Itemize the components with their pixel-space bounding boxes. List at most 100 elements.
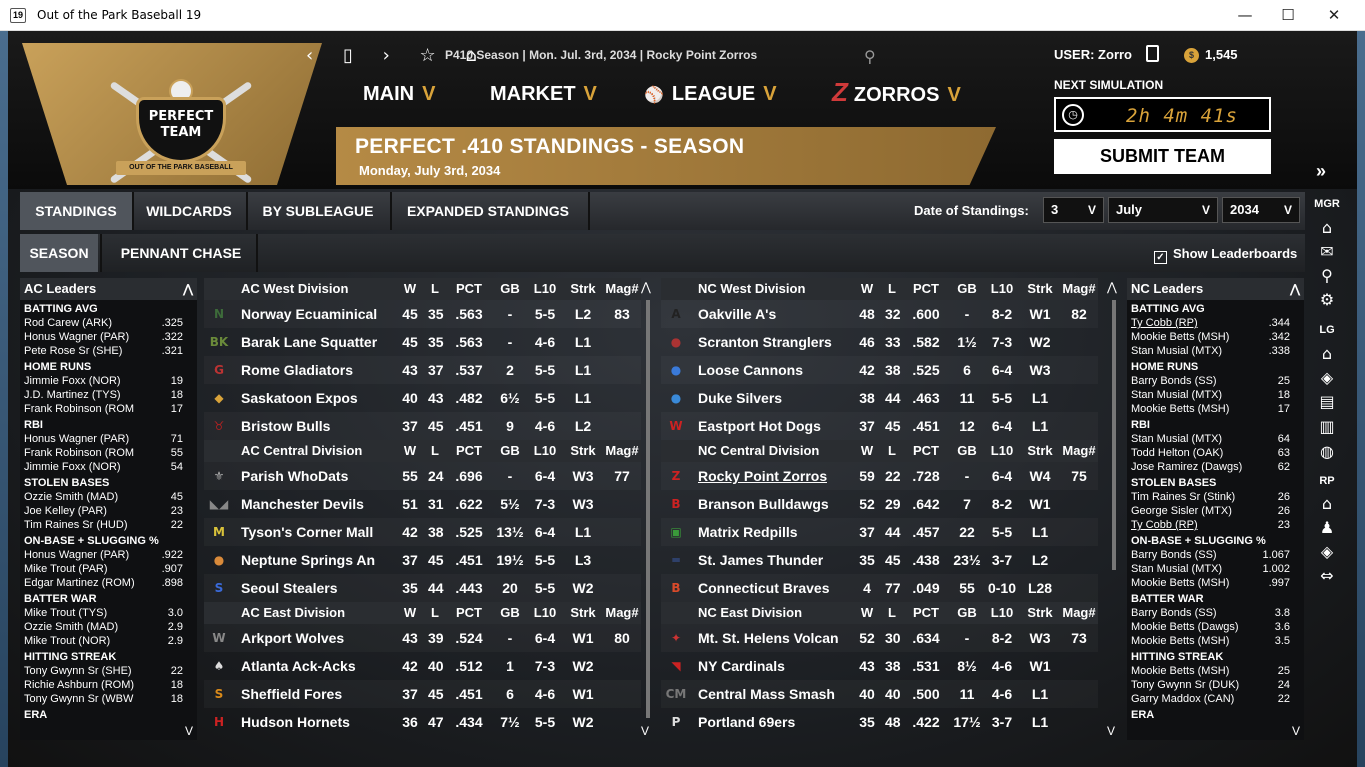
leader-row[interactable]: Tony Gwynn Sr (SHE) 22 — [20, 664, 197, 678]
home-icon[interactable]: ⌂ — [1308, 344, 1346, 363]
team-name[interactable]: Oakville A's — [698, 300, 776, 328]
team-name[interactable]: Neptune Springs An — [241, 546, 375, 574]
maximize-button[interactable]: ☐ — [1268, 4, 1308, 26]
team-row[interactable]: S Seoul Stealers 35 44 .443 20 5-5 W2 — [204, 574, 641, 602]
leader-row[interactable]: Mookie Betts (Dawgs) 3.6 — [1127, 620, 1304, 634]
player-name[interactable]: Ty Cobb (RP) — [1131, 317, 1198, 329]
player-name[interactable]: Barry Bonds (SS) — [1131, 607, 1217, 619]
player-name[interactable]: Stan Musial (MTX) — [1131, 563, 1222, 575]
leader-row[interactable]: Stan Musial (MTX) .338 — [1127, 344, 1304, 358]
column-header-pct[interactable]: PCT — [452, 278, 486, 300]
column-header-strk[interactable]: Strk — [1025, 602, 1055, 624]
year-select[interactable]: 2034 V — [1222, 197, 1300, 223]
leader-row[interactable]: Todd Helton (OAK) 63 — [1127, 446, 1304, 460]
player-name[interactable]: Frank Robinson (ROM — [24, 403, 134, 415]
leader-row[interactable]: Stan Musial (MTX) 64 — [1127, 432, 1304, 446]
player-name[interactable]: Stan Musial (MTX) — [1131, 389, 1222, 401]
team-row[interactable]: ◣◢ Manchester Devils 51 31 .622 5½ 7-3 W3 — [204, 490, 641, 518]
tab-season[interactable]: SEASON — [20, 234, 98, 272]
minimize-button[interactable]: — — [1225, 4, 1265, 26]
leader-row[interactable]: Ty Cobb (RP) .344 — [1127, 316, 1304, 330]
player-name[interactable]: Honus Wagner (PAR) — [24, 549, 129, 561]
player-name[interactable]: Stan Musial (MTX) — [1131, 345, 1222, 357]
column-header-strk[interactable]: Strk — [1025, 278, 1055, 300]
team-row[interactable]: B Branson Bulldawgs 52 29 .642 7 8-2 W1 — [661, 490, 1098, 518]
column-header-pct[interactable]: PCT — [452, 602, 486, 624]
submit-team-button[interactable]: SUBMIT TEAM — [1054, 139, 1271, 174]
menu-league[interactable]: ⚾ LEAGUE V — [644, 83, 777, 106]
column-header-w[interactable]: W — [402, 278, 418, 300]
team-name[interactable]: Branson Bulldawgs — [698, 490, 829, 518]
expand-icon[interactable]: » — [1316, 161, 1326, 182]
player-name[interactable]: Tim Raines Sr (Stink) — [1131, 491, 1235, 503]
player-name[interactable]: Tony Gwynn Sr (WBW — [24, 693, 133, 705]
trade-icon[interactable]: ⇔ — [1308, 566, 1346, 585]
player-name[interactable]: Joe Kelley (PAR) — [24, 505, 107, 517]
team-row[interactable]: ● Loose Cannons 42 38 .525 6 6-4 W3 — [661, 356, 1098, 384]
leader-row[interactable]: Pete Rose Sr (SHE) .321 — [20, 344, 197, 358]
player-name[interactable]: Edgar Martinez (ROM) — [24, 577, 135, 589]
player-name[interactable]: Mike Trout (TYS) — [24, 607, 107, 619]
team-row[interactable]: B Connecticut Braves 4 77 .049 55 0-10 L28 — [661, 574, 1098, 602]
team-row[interactable]: P Portland 69ers 35 48 .422 17½ 3-7 L1 — [661, 708, 1098, 736]
column-header-gb[interactable]: GB — [953, 278, 981, 300]
gear-icon[interactable]: ⚙ — [1308, 290, 1346, 309]
column-header-l[interactable]: L — [428, 602, 442, 624]
column-header-l10[interactable]: L10 — [985, 602, 1019, 624]
player-name[interactable]: Mookie Betts (MSH) — [1131, 635, 1229, 647]
tab-by-subleague[interactable]: BY SUBLEAGUE — [248, 192, 388, 230]
scroll-up-icon[interactable]: ⋀ — [641, 280, 651, 294]
team-name[interactable]: St. James Thunder — [698, 546, 823, 574]
player-name[interactable]: Frank Robinson (ROM — [24, 447, 134, 459]
tab-pennant-chase[interactable]: PENNANT CHASE — [108, 234, 254, 272]
team-name[interactable]: Scranton Stranglers — [698, 328, 832, 356]
column-header-l10[interactable]: L10 — [528, 440, 562, 462]
player-name[interactable]: Mookie Betts (MSH) — [1131, 577, 1229, 589]
leader-row[interactable]: Mookie Betts (MSH) 17 — [1127, 402, 1304, 416]
leader-row[interactable]: Mike Trout (TYS) 3.0 — [20, 606, 197, 620]
team-row[interactable]: CM Central Mass Smash 40 40 .500 11 4-6 L1 — [661, 680, 1098, 708]
player-name[interactable]: Barry Bonds (SS) — [1131, 375, 1217, 387]
team-name[interactable]: Atlanta Ack-Acks — [241, 652, 356, 680]
column-header-pct[interactable]: PCT — [909, 602, 943, 624]
team-row[interactable]: W Arkport Wolves 43 39 .524 - 6-4 W1 80 — [204, 624, 641, 652]
leader-row[interactable]: Tony Gwynn Sr (DUK) 24 — [1127, 678, 1304, 692]
player-name[interactable]: George Sisler (MTX) — [1131, 505, 1232, 517]
team-row[interactable]: ● Neptune Springs An 37 45 .451 19½ 5-5 L3 — [204, 546, 641, 574]
column-header-pct[interactable]: PCT — [909, 440, 943, 462]
team-name[interactable]: Matrix Redpills — [698, 518, 798, 546]
leader-row[interactable]: Jose Ramirez (Dawgs) 62 — [1127, 460, 1304, 474]
player-name[interactable]: Garry Maddox (CAN) — [1131, 693, 1234, 705]
checkbox-checked-icon[interactable]: ✓ — [1154, 251, 1167, 264]
user-label[interactable]: USER: Zorro — [1054, 47, 1132, 62]
team-row[interactable]: A Oakville A's 48 32 .600 - 8-2 W1 82 — [661, 300, 1098, 328]
team-name[interactable]: Seoul Stealers — [241, 574, 338, 602]
column-header-gb[interactable]: GB — [496, 440, 524, 462]
leader-row[interactable]: Honus Wagner (PAR) .322 — [20, 330, 197, 344]
back-icon[interactable]: ‹ — [306, 45, 325, 66]
player-name[interactable]: Jose Ramirez (Dawgs) — [1131, 461, 1242, 473]
team-row[interactable]: ♉ Bristow Bulls 37 45 .451 9 4-6 L2 — [204, 412, 641, 440]
leader-row[interactable]: Barry Bonds (SS) 1.067 — [1127, 548, 1304, 562]
player-name[interactable]: Mookie Betts (MSH) — [1131, 403, 1229, 415]
leader-row[interactable]: Mookie Betts (MSH) .342 — [1127, 330, 1304, 344]
home-icon[interactable]: ⌂ — [1308, 494, 1346, 513]
team-name[interactable]: Hudson Hornets — [241, 708, 350, 736]
player-name[interactable]: Ozzie Smith (MAD) — [24, 491, 118, 503]
team-name[interactable]: Saskatoon Expos — [241, 384, 358, 412]
team-name[interactable]: Rocky Point Zorros — [698, 462, 827, 490]
search-icon[interactable]: ⚲ — [864, 47, 876, 66]
column-header-l[interactable]: L — [885, 440, 899, 462]
perfect-team-logo[interactable]: PERFECT TEAM OUT OF THE PARK BASEBALL — [106, 69, 256, 189]
team-row[interactable]: G Rome Gladiators 43 37 .537 2 5-5 L1 — [204, 356, 641, 384]
leader-row[interactable]: Barry Bonds (SS) 25 — [1127, 374, 1304, 388]
day-select[interactable]: 3V — [1043, 197, 1104, 223]
forward-icon[interactable]: › — [383, 45, 402, 66]
player-name[interactable]: Honus Wagner (PAR) — [24, 433, 129, 445]
scroll-down-icon[interactable]: V — [1107, 724, 1115, 738]
team-row[interactable]: ♠ Atlanta Ack-Acks 42 40 .512 1 7-3 W2 — [204, 652, 641, 680]
player-name[interactable]: Todd Helton (OAK) — [1131, 447, 1223, 459]
column-header-l[interactable]: L — [428, 278, 442, 300]
player-name[interactable]: Ozzie Smith (MAD) — [24, 621, 118, 633]
team-row[interactable]: ● Scranton Stranglers 46 33 .582 1½ 7-3 W2 — [661, 328, 1098, 356]
